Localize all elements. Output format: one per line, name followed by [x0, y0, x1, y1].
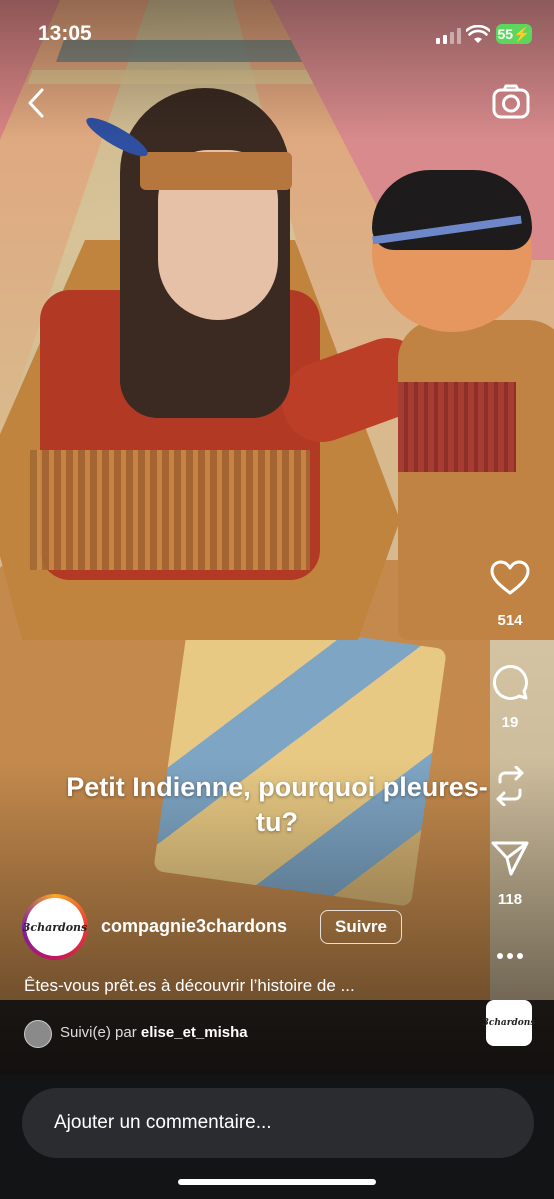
heart-icon — [490, 560, 530, 595]
status-bar: 13:05 55⚡ — [0, 0, 554, 64]
wifi-icon — [466, 25, 490, 43]
follow-button[interactable]: Suivre — [320, 910, 402, 944]
comment-icon — [493, 665, 528, 700]
more-icon — [497, 953, 523, 959]
comment-button[interactable] — [488, 660, 532, 704]
repost-icon — [496, 766, 524, 806]
followed-by-user: elise_et_misha — [140, 1024, 248, 1041]
like-count: 514 — [497, 612, 523, 629]
back-icon[interactable] — [22, 86, 52, 120]
camera-icon[interactable] — [492, 84, 530, 120]
reel-description[interactable]: Êtes-vous prêt.es à découvrir l’histoire… — [24, 976, 454, 996]
home-indicator[interactable] — [178, 1179, 376, 1185]
battery-level: 55 — [497, 26, 514, 42]
comment-input[interactable]: Ajouter un commentaire... — [22, 1088, 534, 1158]
comment-placeholder: Ajouter un commentaire... — [54, 1112, 272, 1133]
more-button[interactable] — [488, 936, 532, 976]
like-button[interactable] — [488, 556, 532, 600]
audio-logo: 3chardons — [482, 1018, 536, 1028]
status-time: 13:05 — [38, 22, 92, 45]
repost-button[interactable] — [488, 764, 532, 808]
audio-thumbnail[interactable]: 3chardons — [483, 1000, 535, 1046]
author-username[interactable]: compagnie3chardons — [101, 916, 287, 937]
reel-screen: 13:05 55⚡ 514 19 118 Petit Indienne, pou… — [0, 0, 554, 1199]
share-count: 118 — [497, 891, 523, 908]
share-button[interactable] — [488, 836, 532, 880]
follower-avatar — [24, 1020, 52, 1048]
author-avatar[interactable]: 3chardons — [22, 894, 88, 960]
send-icon — [491, 841, 529, 876]
video-text-overlay: Petit Indienne, pourquoi pleures-tu? — [66, 772, 488, 837]
avatar-logo: 3chardons — [23, 898, 87, 956]
signal-icon — [436, 28, 462, 44]
battery-indicator: 55⚡ — [496, 24, 532, 44]
followed-by-prefix: Suivi(e) par — [60, 1024, 137, 1041]
comment-count: 19 — [501, 714, 519, 731]
followed-by[interactable]: Suivi(e) par elise_et_misha — [60, 1024, 248, 1041]
